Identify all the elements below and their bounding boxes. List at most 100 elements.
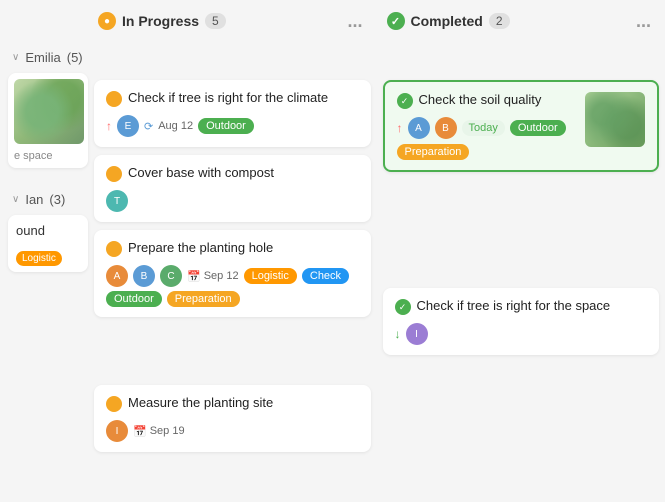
completed-icon: ✓	[387, 12, 405, 30]
ian-name: Ian	[25, 192, 43, 207]
card-title-measure: Measure the planting site	[106, 395, 359, 412]
completed-column: ✓ Check the soil quality ↑ A B Today Out…	[377, 42, 665, 502]
date-label: Aug 12	[158, 120, 193, 132]
emilia-left-space-label: e space	[14, 150, 82, 162]
completed-label: Completed	[411, 13, 483, 29]
card-measure-site[interactable]: Measure the planting site I 📅 Sep 19	[94, 385, 371, 452]
emilia-left-card[interactable]: e space	[8, 73, 88, 168]
ian-spacer-middle	[94, 325, 371, 385]
priority-up-icon: ↑	[106, 119, 112, 133]
emilia-name: Emilia	[25, 50, 60, 65]
ian-spacer-right	[383, 180, 660, 288]
avatar-compost: T	[106, 190, 128, 212]
card-planting-hole[interactable]: Prepare the planting hole A B C 📅 Sep 12…	[94, 230, 371, 317]
card-text-measure: Measure the planting site	[128, 395, 273, 410]
avatar-tree-space: I	[406, 323, 428, 345]
avatar-ph1: A	[106, 265, 128, 287]
card-tags-row2-ph: Outdoor Preparation	[106, 291, 359, 307]
ian-logistic-tag: Logistic	[16, 251, 62, 266]
emilia-group-spacer-middle	[94, 42, 371, 80]
completed-menu[interactable]: ...	[632, 10, 655, 32]
emilia-count: (5)	[67, 50, 83, 65]
card-text-tree-space: Check if tree is right for the space	[417, 298, 611, 313]
status-dot-yellow-2	[106, 166, 122, 182]
emilia-chevron[interactable]: ∨	[12, 52, 19, 63]
date-aug12: Aug 12	[158, 120, 193, 132]
date-sep12: 📅 Sep 12	[187, 270, 239, 283]
in-progress-count: 5	[205, 13, 226, 29]
card-text-soil: Check the soil quality	[419, 92, 542, 107]
priority-down-tree: ↓	[395, 327, 401, 341]
outdoor-tag-ph: Outdoor	[106, 291, 162, 307]
card-text-planting-hole: Prepare the planting hole	[128, 240, 273, 255]
ian-left-space: ound	[16, 223, 80, 243]
ian-left-card[interactable]: ound Logistic	[8, 215, 88, 272]
card-meta-planting-hole: A B C 📅 Sep 12 Logistic Check	[106, 265, 359, 287]
soil-card-image	[585, 92, 645, 147]
date-sep19: 📅 Sep 19	[133, 425, 185, 438]
preparation-tag-ph: Preparation	[167, 291, 240, 307]
card-tags-soil-row2: Preparation	[397, 144, 578, 160]
emilia-group-spacer-right	[383, 42, 660, 80]
card-title-planting-hole: Prepare the planting hole	[106, 240, 359, 257]
card-soil-quality[interactable]: ✓ Check the soil quality ↑ A B Today Out…	[383, 80, 660, 172]
in-progress-menu[interactable]: ...	[343, 10, 366, 32]
avatar-emilia: E	[117, 115, 139, 137]
card-cover-compost[interactable]: Cover base with compost T	[94, 155, 371, 222]
card-title-compost: Cover base with compost	[106, 165, 359, 182]
completed-count: 2	[489, 13, 510, 29]
card-meta-tree-space: ↓ I	[395, 323, 648, 345]
status-dot-measure	[106, 396, 122, 412]
status-dot-yellow	[106, 91, 122, 107]
avatar-soil1: A	[408, 117, 430, 139]
status-dot-tree-space: ✓	[395, 299, 411, 315]
card-meta-measure: I 📅 Sep 19	[106, 420, 359, 442]
card-title-tree-space: ✓ Check if tree is right for the space	[395, 298, 648, 315]
board-content: ∨ Emilia (5) e space ∨ Ian (3) ound Logi…	[0, 42, 665, 502]
ian-count: (3)	[49, 192, 65, 207]
outdoor-tag: Outdoor	[198, 118, 254, 134]
avatar-soil2: B	[435, 117, 457, 139]
card-tree-space[interactable]: ✓ Check if tree is right for the space ↓…	[383, 288, 660, 355]
card-meta-soil: ↑ A B Today Outdoor	[397, 117, 578, 139]
date-label-sep19: Sep 19	[150, 425, 185, 437]
date-today: Today	[462, 120, 505, 136]
status-dot-yellow-3	[106, 241, 122, 257]
column-headers: ● In Progress 5 ... ✓ Completed 2 ...	[0, 0, 665, 42]
soil-image-content	[585, 92, 645, 147]
check-tag-ph: Check	[302, 268, 349, 284]
emilia-group-header: ∨ Emilia (5)	[8, 42, 88, 73]
avatar-measure: I	[106, 420, 128, 442]
in-progress-label: In Progress	[122, 13, 199, 29]
card-text-check-climate: Check if tree is right for the climate	[128, 90, 328, 105]
avatar-ph2: B	[133, 265, 155, 287]
in-progress-icon: ●	[98, 12, 116, 30]
avatar-ph3: C	[160, 265, 182, 287]
left-column: ∨ Emilia (5) e space ∨ Ian (3) ound Logi…	[0, 42, 88, 502]
in-progress-header: ● In Progress 5 ...	[88, 0, 377, 42]
logistic-tag-ph: Logistic	[244, 268, 297, 284]
plant-image	[14, 79, 84, 144]
card-meta-compost: T	[106, 190, 359, 212]
sync-icon: ⟳	[144, 120, 153, 133]
card-soil-inner: ✓ Check the soil quality ↑ A B Today Out…	[397, 92, 646, 160]
card-meta-check-climate: ↑ E ⟳ Aug 12 Outdoor	[106, 115, 359, 137]
preparation-tag-soil: Preparation	[397, 144, 470, 160]
card-soil-content: ✓ Check the soil quality ↑ A B Today Out…	[397, 92, 578, 160]
date-label-sep12: Sep 12	[204, 270, 239, 282]
card-title-check-climate: Check if tree is right for the climate	[106, 90, 359, 107]
calendar-icon-ph: 📅	[187, 270, 201, 283]
status-dot-green: ✓	[397, 93, 413, 109]
completed-header: ✓ Completed 2 ...	[377, 0, 665, 42]
card-check-climate[interactable]: Check if tree is right for the climate ↑…	[94, 80, 371, 147]
priority-up-soil: ↑	[397, 121, 403, 135]
emilia-left-image	[14, 79, 84, 144]
outdoor-tag-soil: Outdoor	[510, 120, 566, 136]
card-text-compost: Cover base with compost	[128, 165, 274, 180]
card-title-soil: ✓ Check the soil quality	[397, 92, 578, 109]
in-progress-column: Check if tree is right for the climate ↑…	[88, 42, 377, 502]
calendar-icon-measure: 📅	[133, 425, 147, 438]
ian-chevron[interactable]: ∨	[12, 194, 19, 205]
ian-group-header: ∨ Ian (3)	[8, 184, 88, 215]
board: ● In Progress 5 ... ✓ Completed 2 ...	[0, 0, 665, 502]
